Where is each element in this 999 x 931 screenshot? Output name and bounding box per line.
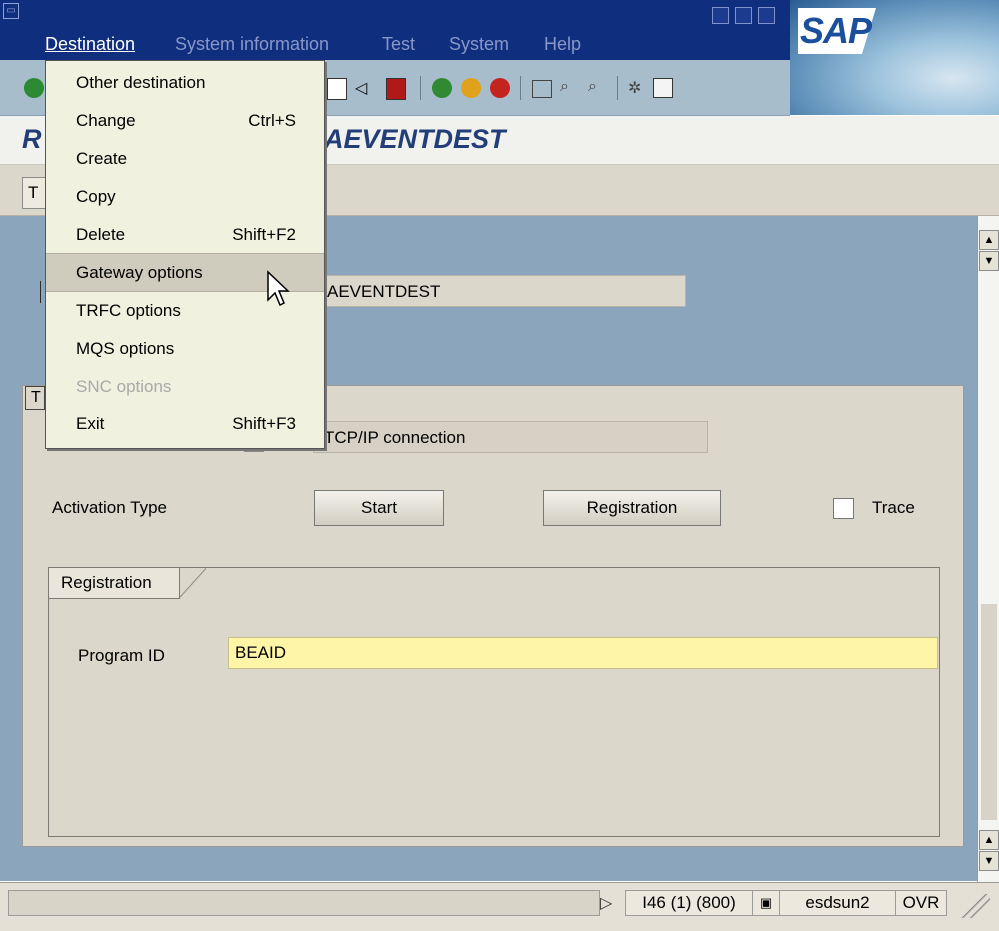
menu-item-mqs-options[interactable]: MQS options	[46, 330, 324, 367]
menu-item-label: TRFC options	[76, 301, 181, 320]
menu-item-shortcut: Shift+F2	[232, 225, 296, 244]
menu-item-shortcut: Ctrl+S	[248, 111, 296, 130]
status-toggle-icon[interactable]: ▷	[600, 893, 612, 913]
group-tab-edge	[178, 568, 206, 599]
status-info-icon[interactable]: ▣	[752, 890, 780, 916]
menu-test[interactable]: Test	[382, 34, 415, 55]
menu-item-label: Delete	[76, 225, 126, 244]
close-icon[interactable]	[758, 7, 775, 24]
status-mode-field[interactable]: OVR	[895, 890, 947, 916]
connection-type-description: TCP/IP connection	[313, 421, 708, 453]
connection-type-value: TCP/IP connection	[324, 428, 466, 447]
menu-item-copy[interactable]: Copy	[46, 178, 324, 215]
find-icon[interactable]: ⌕	[560, 78, 569, 96]
scroll-up-icon[interactable]: ▲	[979, 230, 999, 250]
activation-type-label: Activation Type	[52, 498, 167, 517]
status-system-field: I46 (1) (800)	[625, 890, 753, 916]
menu-item-label: SNC options	[76, 377, 172, 396]
test-connection-button[interactable]: T	[22, 177, 46, 209]
back-icon[interactable]	[432, 78, 452, 98]
menu-item-label: Change	[76, 111, 136, 130]
program-id-input[interactable]: BEAID	[228, 637, 938, 669]
menu-item-label: Gateway options	[76, 263, 203, 282]
status-message-area	[8, 890, 600, 916]
status-host-field: esdsun2	[779, 890, 896, 916]
menu-item-label: Other destination	[76, 73, 206, 92]
save-icon[interactable]	[386, 78, 406, 100]
exit-icon[interactable]	[461, 78, 481, 98]
menu-system-information[interactable]: System information	[175, 34, 329, 55]
create-session-icon[interactable]: ✲	[628, 78, 641, 98]
technical-settings-title: T	[25, 386, 45, 410]
scroll-up-icon[interactable]: ▲	[979, 830, 999, 850]
rfc-destination-field: AEVENTDEST	[306, 275, 686, 307]
print-icon[interactable]	[532, 80, 552, 98]
menu-help[interactable]: Help	[544, 34, 581, 55]
find-next-icon[interactable]: ⌕	[588, 78, 597, 96]
menu-item-label: MQS options	[76, 339, 175, 358]
mouse-pointer-icon	[267, 270, 290, 307]
system-menu-icon[interactable]: ▭	[3, 3, 19, 19]
menu-item-change[interactable]: Change Ctrl+S	[46, 102, 324, 139]
maximize-icon[interactable]	[735, 7, 752, 24]
history-arrow-icon[interactable]: ◁	[355, 78, 367, 98]
trace-checkbox[interactable]	[833, 498, 854, 519]
registration-group	[48, 567, 940, 837]
toolbar-separator	[520, 76, 521, 100]
resize-grip[interactable]	[950, 894, 990, 918]
sap-logo-text: SAP	[800, 10, 872, 51]
registration-button[interactable]: Registration	[543, 490, 721, 526]
minimize-icon[interactable]	[712, 7, 729, 24]
menu-item-delete[interactable]: Delete Shift+F2	[46, 216, 324, 253]
scroll-down-icon[interactable]: ▼	[979, 851, 999, 871]
rfc-destination-value: AEVENTDEST	[327, 282, 441, 301]
menu-item-shortcut: Shift+F3	[232, 414, 296, 433]
menu-item-label: Copy	[76, 187, 116, 206]
menu-item-label: Create	[76, 149, 128, 168]
menu-system[interactable]: System	[449, 34, 509, 55]
menu-item-snc-options: SNC options	[46, 368, 324, 405]
scrollbar-track[interactable]	[981, 604, 997, 820]
shortcut-icon[interactable]	[653, 78, 673, 98]
page-title: AEVENTDEST	[324, 124, 506, 154]
toolbar-separator	[420, 76, 421, 100]
menu-item-label: Exit	[76, 414, 105, 433]
program-id-label: Program ID	[78, 646, 165, 665]
command-field-icon[interactable]	[327, 78, 347, 100]
enter-icon[interactable]	[24, 78, 44, 98]
page-title-prefix: R	[22, 124, 42, 154]
menu-item-other-destination[interactable]: Other destination	[46, 64, 324, 101]
scroll-down-icon[interactable]: ▼	[979, 251, 999, 271]
toolbar-separator	[617, 76, 618, 100]
menu-item-exit[interactable]: Exit Shift+F3	[46, 405, 324, 442]
menu-item-create[interactable]: Create	[46, 140, 324, 177]
trace-label: Trace	[872, 498, 915, 517]
cancel-icon[interactable]	[490, 78, 510, 98]
start-button[interactable]: Start	[314, 490, 444, 526]
menu-destination[interactable]: Destination	[45, 34, 135, 55]
registration-group-title: Registration	[49, 568, 180, 599]
